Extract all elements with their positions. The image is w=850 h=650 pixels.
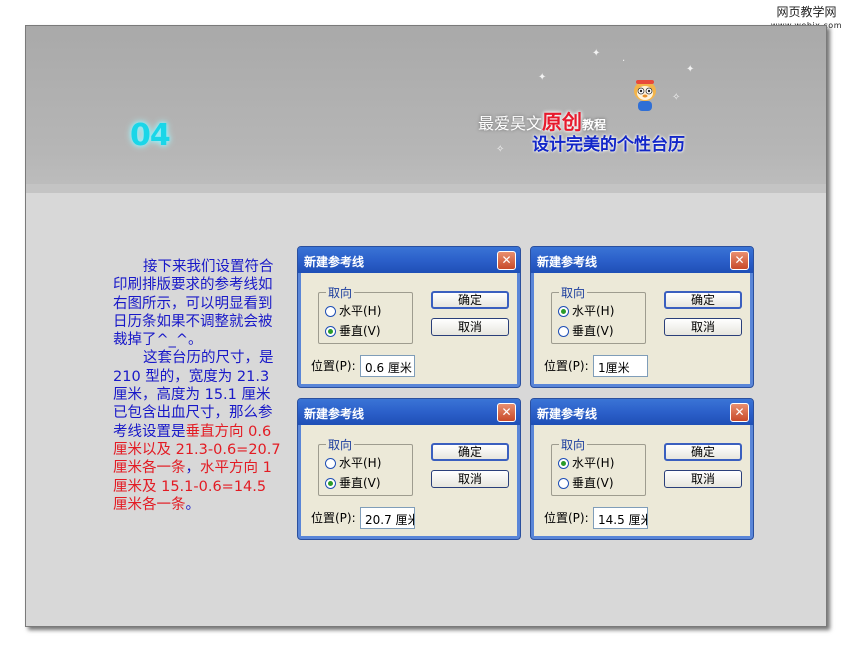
radio-circle-icon[interactable] (325, 458, 336, 469)
paragraph-2-mid: ， (185, 460, 201, 477)
position-input[interactable]: 1厘米 (593, 355, 648, 377)
cancel-button[interactable]: 取消 (431, 470, 509, 488)
horizontal-radio[interactable]: 水平(H) (558, 302, 614, 319)
new-guide-dialog: 新建参考线 ✕ 取向 水平(H) 垂直(V) 确定 取消 位置(P): 1厘米 (530, 246, 754, 388)
ok-button[interactable]: 确定 (431, 291, 509, 309)
vertical-radio[interactable]: 垂直(V) (325, 474, 381, 491)
sparkle-decoration: · (622, 56, 626, 67)
dialog-body: 取向 水平(H) 垂直(V) 确定 取消 位置(P): 0.6 厘米 (301, 273, 517, 384)
vertical-radio[interactable]: 垂直(V) (558, 322, 614, 339)
vertical-radio[interactable]: 垂直(V) (558, 474, 614, 491)
horizontal-radio[interactable]: 水平(H) (325, 302, 381, 319)
sparkle-decoration: ✧ (496, 144, 505, 155)
close-icon[interactable]: ✕ (497, 251, 516, 270)
vertical-label: 垂直(V) (339, 324, 381, 338)
radio-selected-icon[interactable] (558, 306, 569, 317)
tutorial-slide: ✦ ✦ ✦ ✧ ✧ · 04 最爱昊文原创教程 设计完美的个性台历 接下来我们设… (25, 25, 827, 627)
position-label: 位置(P): (544, 359, 589, 373)
watermark-name: 网页教学网 (776, 5, 837, 19)
radio-circle-icon[interactable] (325, 306, 336, 317)
dialog-title: 新建参考线 (537, 255, 598, 269)
orientation-group: 取向 水平(H) 垂直(V) (318, 436, 413, 496)
sparkle-decoration: ✦ (538, 72, 547, 83)
tutorial-subtitle: 设计完美的个性台历 (532, 135, 685, 155)
horizontal-label: 水平(H) (339, 304, 382, 318)
radio-circle-icon[interactable] (558, 326, 569, 337)
position-input[interactable]: 20.7 厘米 (360, 507, 415, 529)
vertical-radio[interactable]: 垂直(V) (325, 322, 381, 339)
new-guide-dialog: 新建参考线 ✕ 取向 水平(H) 垂直(V) 确定 取消 位置(P): 20.7… (297, 398, 521, 540)
orientation-group: 取向 水平(H) 垂直(V) (551, 436, 646, 496)
paragraph-2-end: 。 (185, 496, 201, 513)
position-input[interactable]: 0.6 厘米 (360, 355, 415, 377)
ok-button[interactable]: 确定 (664, 443, 742, 461)
ok-button[interactable]: 确定 (664, 291, 742, 309)
mascot-icon (634, 80, 656, 111)
position-input[interactable]: 14.5 厘米 (593, 507, 648, 529)
sparkle-decoration: ✦ (686, 64, 695, 75)
dialog-title: 新建参考线 (304, 255, 365, 269)
step-number: 04 (130, 118, 171, 153)
dialog-titlebar[interactable]: 新建参考线 ✕ (531, 247, 753, 273)
dialog-titlebar[interactable]: 新建参考线 ✕ (298, 399, 520, 425)
vertical-label: 垂直(V) (572, 324, 614, 338)
dialog-body: 取向 水平(H) 垂直(V) 确定 取消 位置(P): 1厘米 (534, 273, 750, 384)
radio-selected-icon[interactable] (558, 458, 569, 469)
cancel-button[interactable]: 取消 (664, 470, 742, 488)
cancel-button[interactable]: 取消 (664, 318, 742, 336)
radio-selected-icon[interactable] (325, 478, 336, 489)
horizontal-radio[interactable]: 水平(H) (558, 454, 614, 471)
orientation-group: 取向 水平(H) 垂直(V) (318, 284, 413, 344)
close-icon[interactable]: ✕ (497, 403, 516, 422)
position-label: 位置(P): (311, 511, 356, 525)
dialog-title: 新建参考线 (537, 407, 598, 421)
dialog-body: 取向 水平(H) 垂直(V) 确定 取消 位置(P): 20.7 厘米 (301, 425, 517, 536)
orientation-group: 取向 水平(H) 垂直(V) (551, 284, 646, 344)
slide-header: ✦ ✦ ✦ ✧ ✧ · 04 最爱昊文原创教程 设计完美的个性台历 (26, 26, 826, 184)
new-guide-dialog: 新建参考线 ✕ 取向 水平(H) 垂直(V) 确定 取消 位置(P): 14.5… (530, 398, 754, 540)
close-icon[interactable]: ✕ (730, 251, 749, 270)
dialog-body: 取向 水平(H) 垂直(V) 确定 取消 位置(P): 14.5 厘米 (534, 425, 750, 536)
orientation-label: 取向 (559, 284, 588, 301)
orientation-label: 取向 (326, 284, 355, 301)
ok-button[interactable]: 确定 (431, 443, 509, 461)
horizontal-radio[interactable]: 水平(H) (325, 454, 381, 471)
cancel-button[interactable]: 取消 (431, 318, 509, 336)
dialog-title: 新建参考线 (304, 407, 365, 421)
position-label: 位置(P): (311, 359, 356, 373)
close-icon[interactable]: ✕ (730, 403, 749, 422)
vertical-label: 垂直(V) (572, 476, 614, 490)
sparkle-decoration: ✦ (592, 48, 601, 59)
header-divider (26, 184, 826, 193)
new-guide-dialog: 新建参考线 ✕ 取向 水平(H) 垂直(V) 确定 取消 位置(P): 0.6 … (297, 246, 521, 388)
horizontal-label: 水平(H) (572, 304, 615, 318)
orientation-label: 取向 (559, 436, 588, 453)
radio-selected-icon[interactable] (325, 326, 336, 337)
dialog-titlebar[interactable]: 新建参考线 ✕ (531, 399, 753, 425)
position-label: 位置(P): (544, 511, 589, 525)
horizontal-label: 水平(H) (339, 456, 382, 470)
horizontal-label: 水平(H) (572, 456, 615, 470)
orientation-label: 取向 (326, 436, 355, 453)
vertical-label: 垂直(V) (339, 476, 381, 490)
instruction-text: 接下来我们设置符合印刷排版要求的参考线如右图所示，可以明显看到日历条如果不调整就… (113, 258, 281, 514)
dialog-titlebar[interactable]: 新建参考线 ✕ (298, 247, 520, 273)
paragraph-1: 接下来我们设置符合印刷排版要求的参考线如右图所示，可以明显看到日历条如果不调整就… (113, 259, 274, 349)
sparkle-decoration: ✧ (672, 92, 681, 103)
radio-circle-icon[interactable] (558, 478, 569, 489)
